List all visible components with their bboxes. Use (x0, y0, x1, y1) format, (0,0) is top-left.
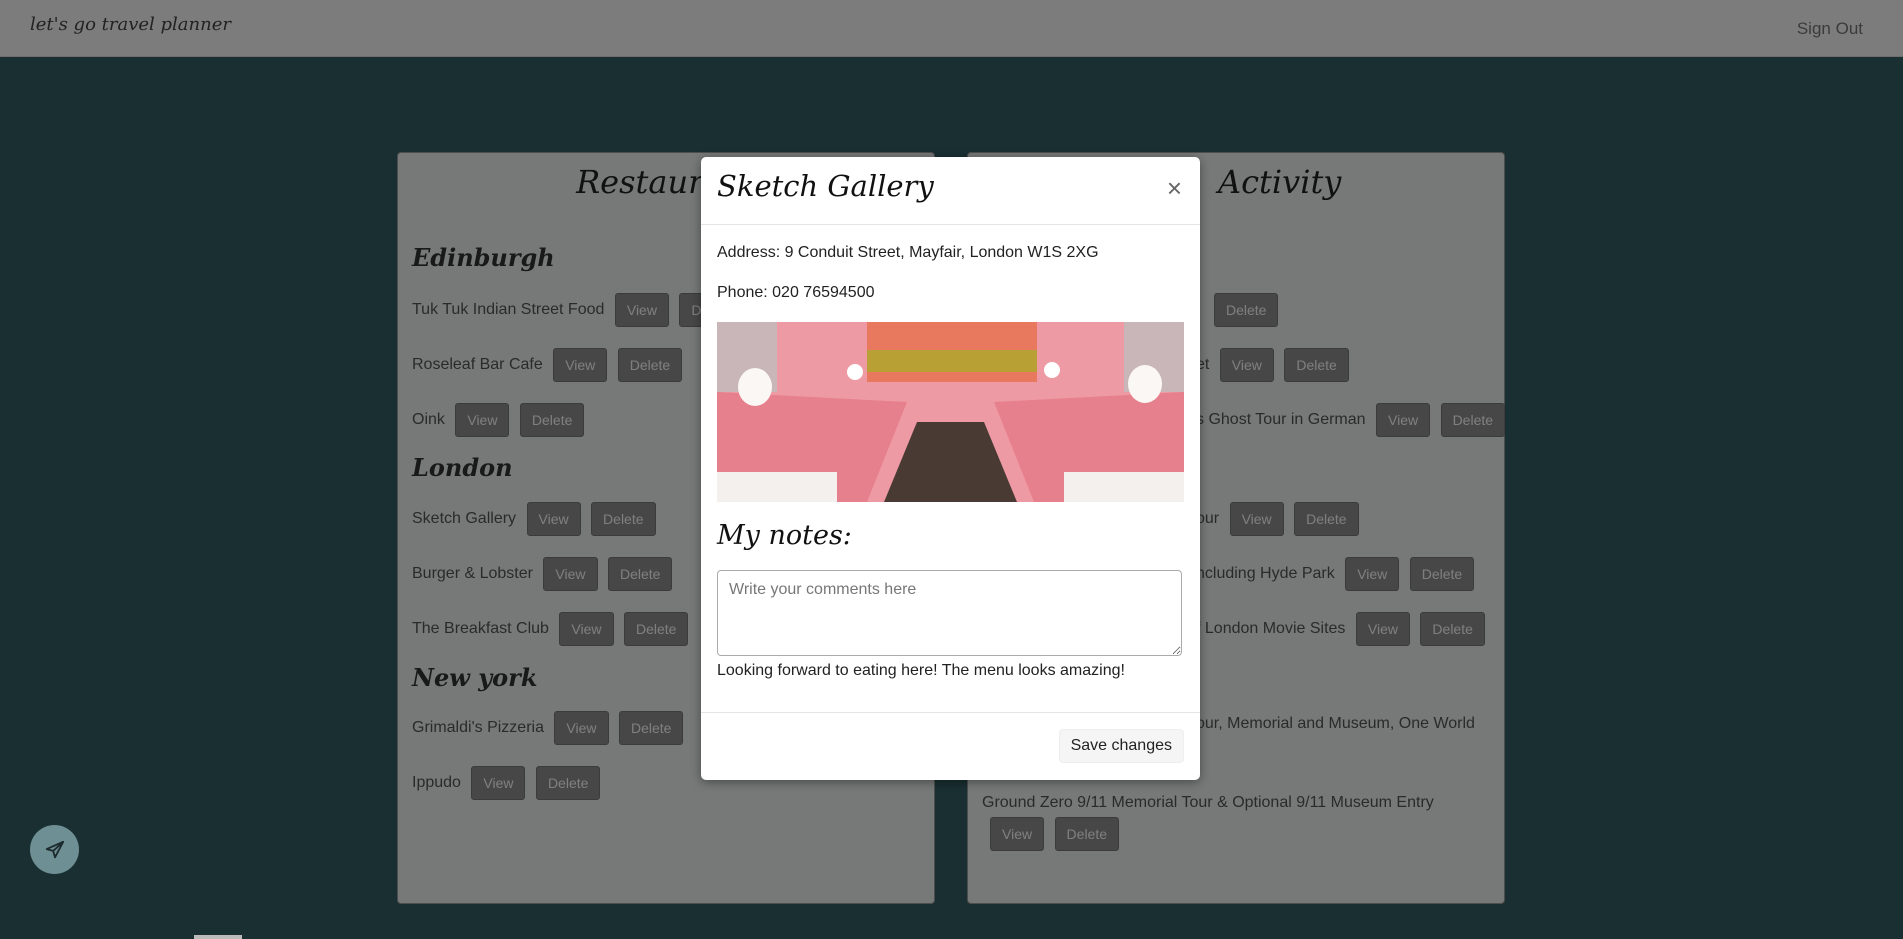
my-notes-heading: My notes: (717, 520, 852, 551)
airplane-icon (45, 840, 64, 858)
saved-note-text: Looking forward to eating here! The menu… (717, 662, 1125, 679)
comments-textarea[interactable] (717, 570, 1182, 656)
modal-header: Sketch Gallery × (701, 157, 1200, 225)
restaurant-photo (717, 322, 1184, 502)
phone-text: Phone: 020 76594500 (717, 284, 875, 301)
close-icon[interactable]: × (1167, 175, 1182, 201)
plane-fab-button[interactable] (30, 825, 79, 874)
address-text: Address: 9 Conduit Street, Mayfair, Lond… (717, 244, 1099, 261)
modal-body: Address: 9 Conduit Street, Mayfair, Lond… (717, 244, 1184, 679)
modal-footer: Save changes (701, 712, 1200, 781)
save-changes-button[interactable]: Save changes (1058, 729, 1184, 763)
bottom-tab-marker (194, 935, 242, 939)
modal-title: Sketch Gallery (717, 169, 934, 203)
restaurant-detail-modal: Sketch Gallery × Address: 9 Conduit Stre… (701, 157, 1200, 780)
